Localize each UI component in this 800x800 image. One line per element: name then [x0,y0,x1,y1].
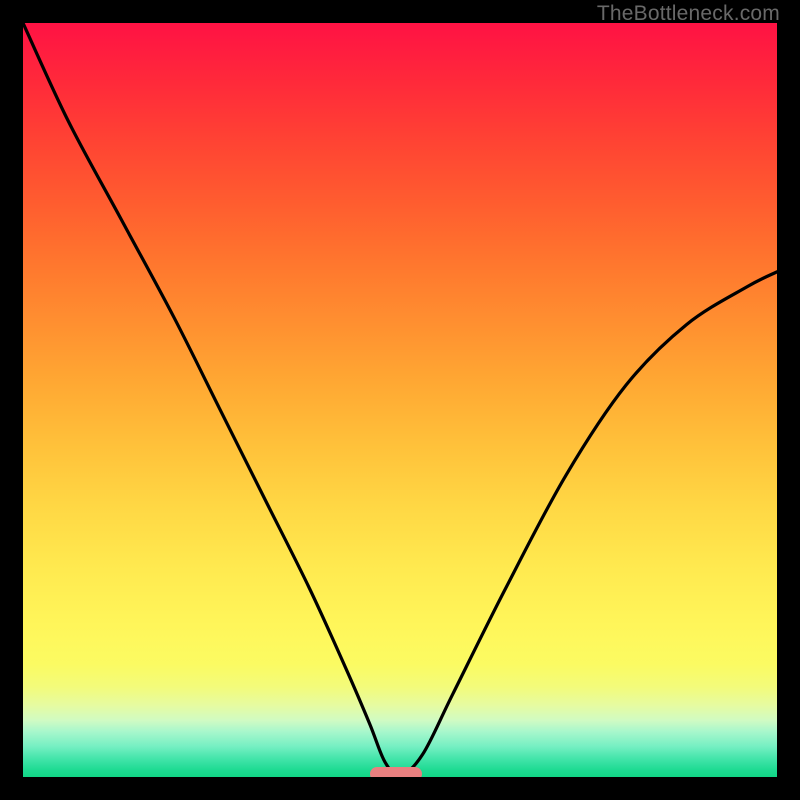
bottleneck-curve [23,23,777,777]
chart-frame: TheBottleneck.com [0,0,800,800]
plot-area [23,23,777,777]
optimal-point-marker [370,767,422,777]
